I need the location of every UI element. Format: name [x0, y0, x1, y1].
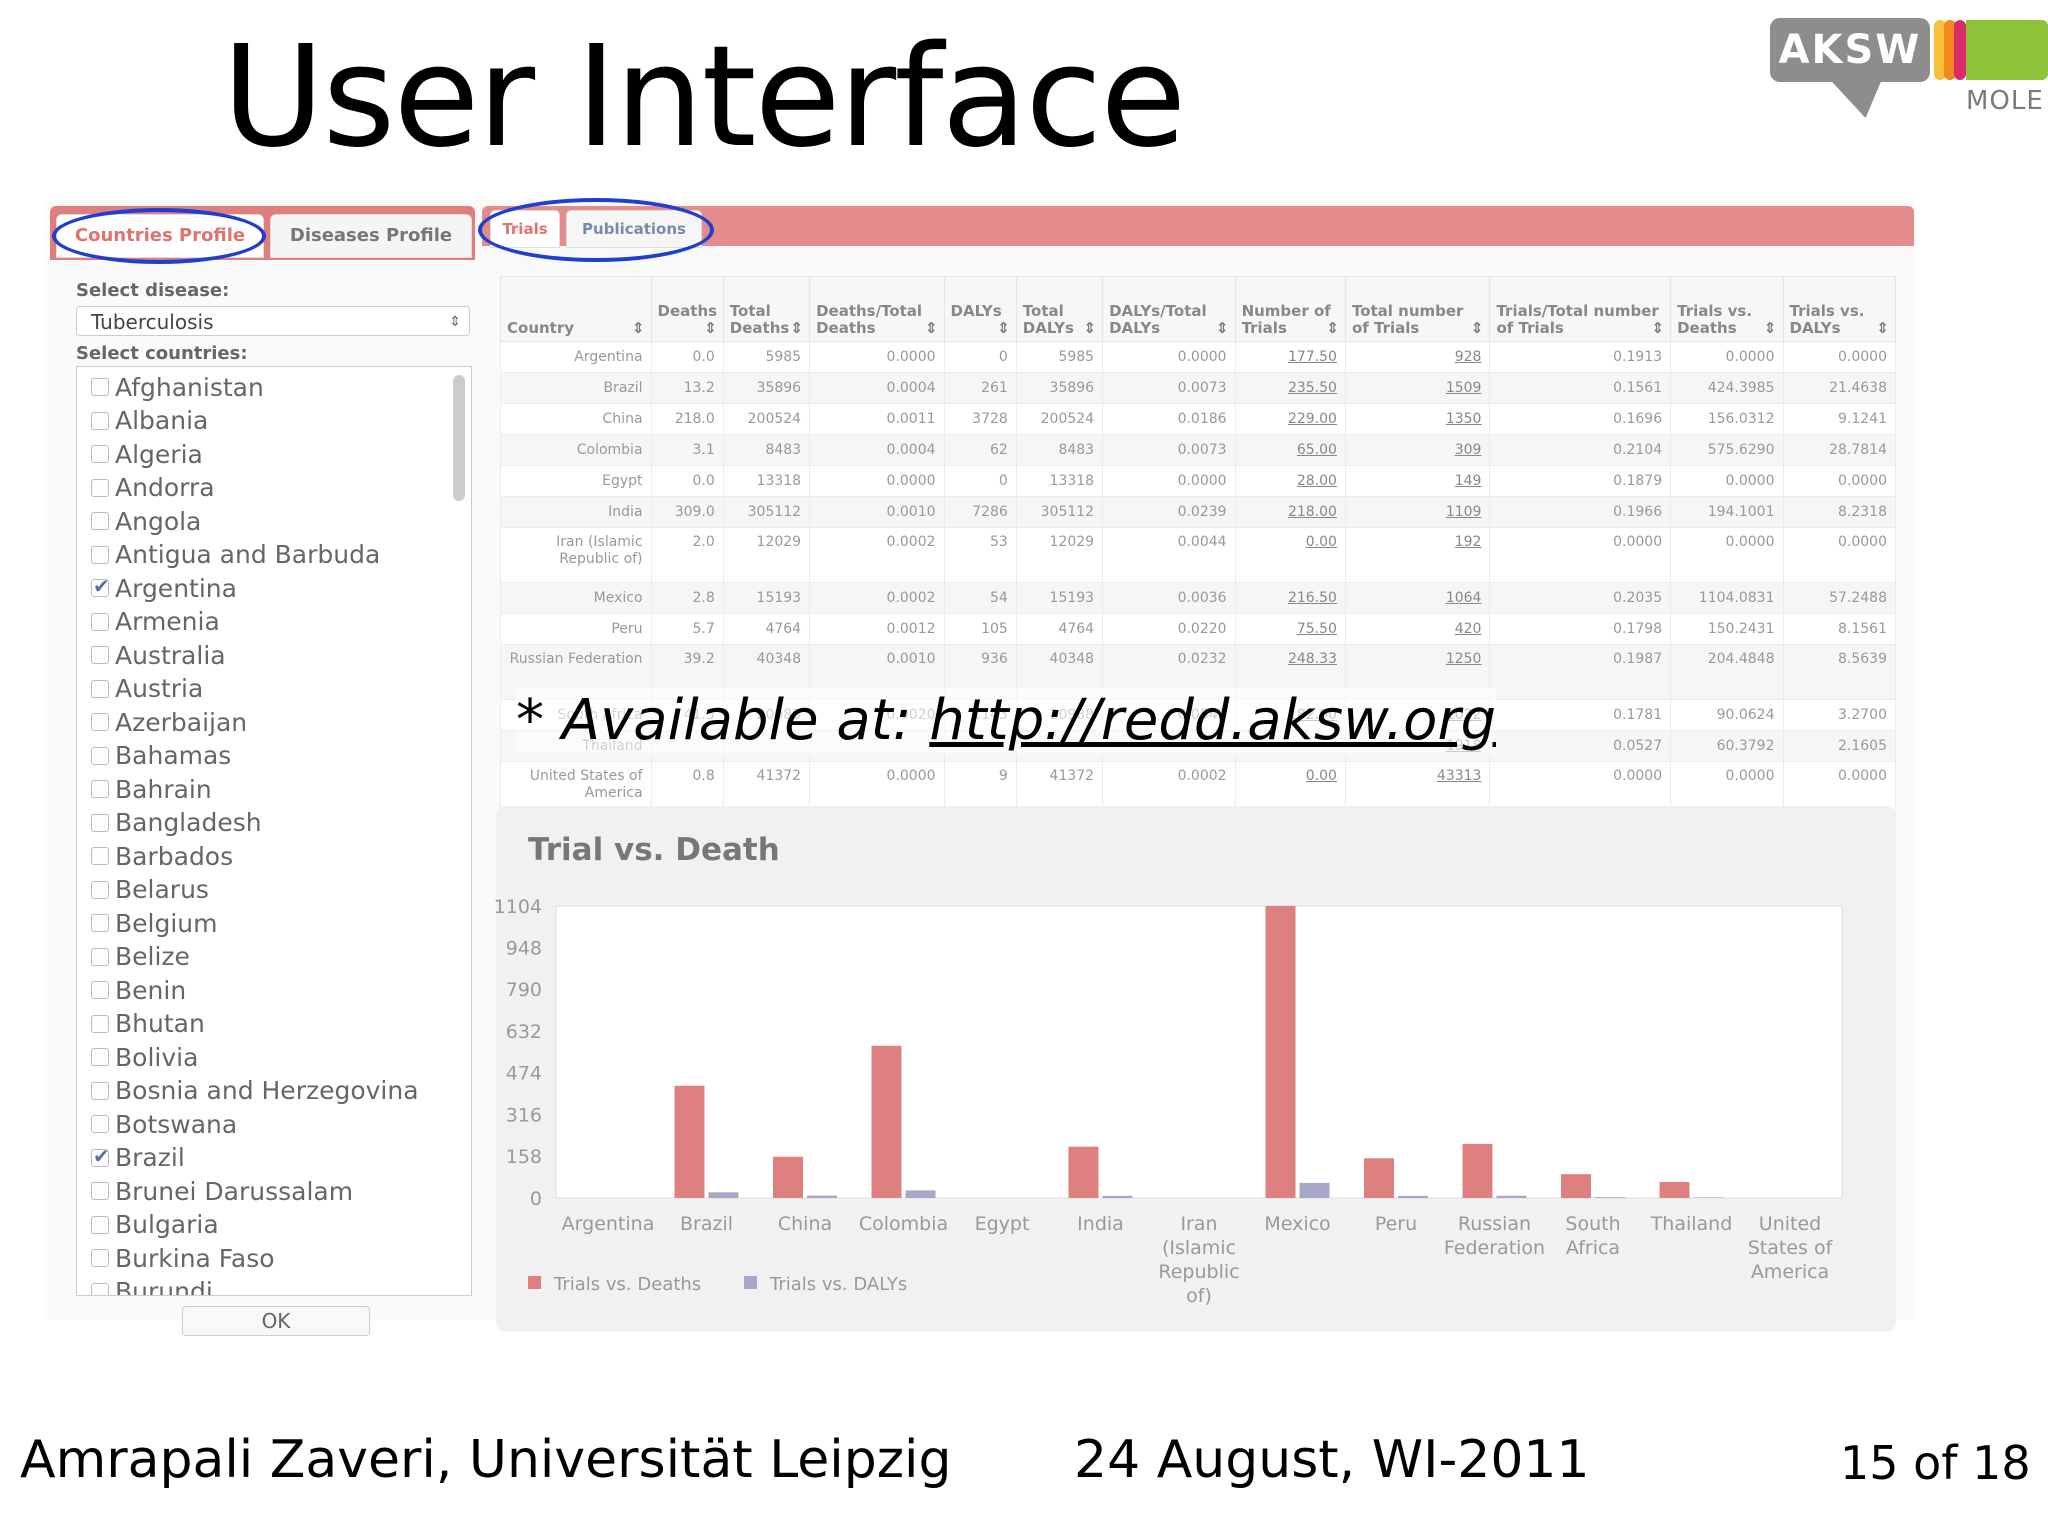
footer-page-number: 15 of 18 — [1840, 1436, 2031, 1490]
bar-trials-vs-dalys[interactable] — [1299, 1182, 1330, 1198]
x-category-label: Thailand — [1650, 1213, 1733, 1235]
x-category-label: India — [1077, 1213, 1124, 1235]
bar-trials-vs-deaths[interactable] — [1561, 1174, 1591, 1198]
x-category-label: Argentina — [562, 1213, 655, 1235]
y-tick-label: 0 — [530, 1188, 542, 1210]
footer-author: Amrapali Zaveri, Universität Leipzig — [20, 1430, 952, 1490]
x-category-label: Brazil — [680, 1213, 733, 1235]
y-tick-label: 474 — [506, 1063, 542, 1085]
bar-trials-vs-deaths[interactable] — [1364, 1158, 1394, 1198]
bar-trials-vs-deaths[interactable] — [1659, 1182, 1690, 1198]
bar-trials-vs-dalys[interactable] — [1102, 1195, 1133, 1198]
x-category-label: Colombia — [859, 1213, 948, 1235]
y-tick-label: 632 — [506, 1021, 542, 1043]
bar-trials-vs-deaths[interactable] — [674, 1085, 705, 1198]
legend-label: Trials vs. Deaths — [553, 1274, 701, 1295]
x-category-label: China — [778, 1213, 832, 1235]
bar-trials-vs-deaths[interactable] — [871, 1045, 902, 1198]
bar-trials-vs-deaths[interactable] — [1068, 1146, 1099, 1198]
y-tick-label: 316 — [506, 1104, 542, 1126]
x-category-label: Mexico — [1264, 1213, 1330, 1235]
y-tick-label: 1104 — [494, 896, 542, 918]
footer-date: 24 August, WI-2011 — [1074, 1430, 1590, 1490]
legend-swatch — [528, 1276, 541, 1289]
bar-trials-vs-deaths[interactable] — [773, 1156, 803, 1198]
trial-vs-death-chart: 1104 948 790 632 474 316 158 0 Argentina Brazil Ch… — [494, 896, 1843, 1307]
bar-trials-vs-dalys[interactable] — [1496, 1195, 1527, 1198]
y-tick-label: 948 — [506, 937, 542, 959]
bar-trials-vs-dalys[interactable] — [905, 1190, 936, 1198]
x-category-label: Russian Federation — [1444, 1213, 1545, 1259]
bar-trials-vs-dalys[interactable] — [1595, 1197, 1625, 1198]
bar-trials-vs-dalys[interactable] — [1398, 1195, 1428, 1198]
x-category-label: South Africa — [1565, 1213, 1620, 1259]
y-tick-label: 158 — [506, 1146, 542, 1168]
x-category-label: Peru — [1375, 1213, 1417, 1235]
plot-area — [555, 905, 1843, 1199]
bar-trials-vs-dalys[interactable] — [708, 1192, 739, 1198]
y-tick-label: 790 — [506, 979, 542, 1001]
legend-label: Trials vs. DALYs — [769, 1274, 907, 1295]
x-category-label: Egypt — [975, 1213, 1030, 1235]
bar-trials-vs-dalys[interactable] — [1693, 1197, 1724, 1198]
bar-trials-vs-deaths[interactable] — [1265, 905, 1296, 1198]
bar-trials-vs-deaths[interactable] — [1462, 1143, 1493, 1198]
bar-trials-vs-dalys[interactable] — [807, 1195, 837, 1198]
x-category-label: United States of America — [1748, 1213, 1834, 1283]
x-category-label: Iran (Islamic Republic of) — [1158, 1213, 1239, 1307]
legend-swatch — [744, 1276, 757, 1289]
